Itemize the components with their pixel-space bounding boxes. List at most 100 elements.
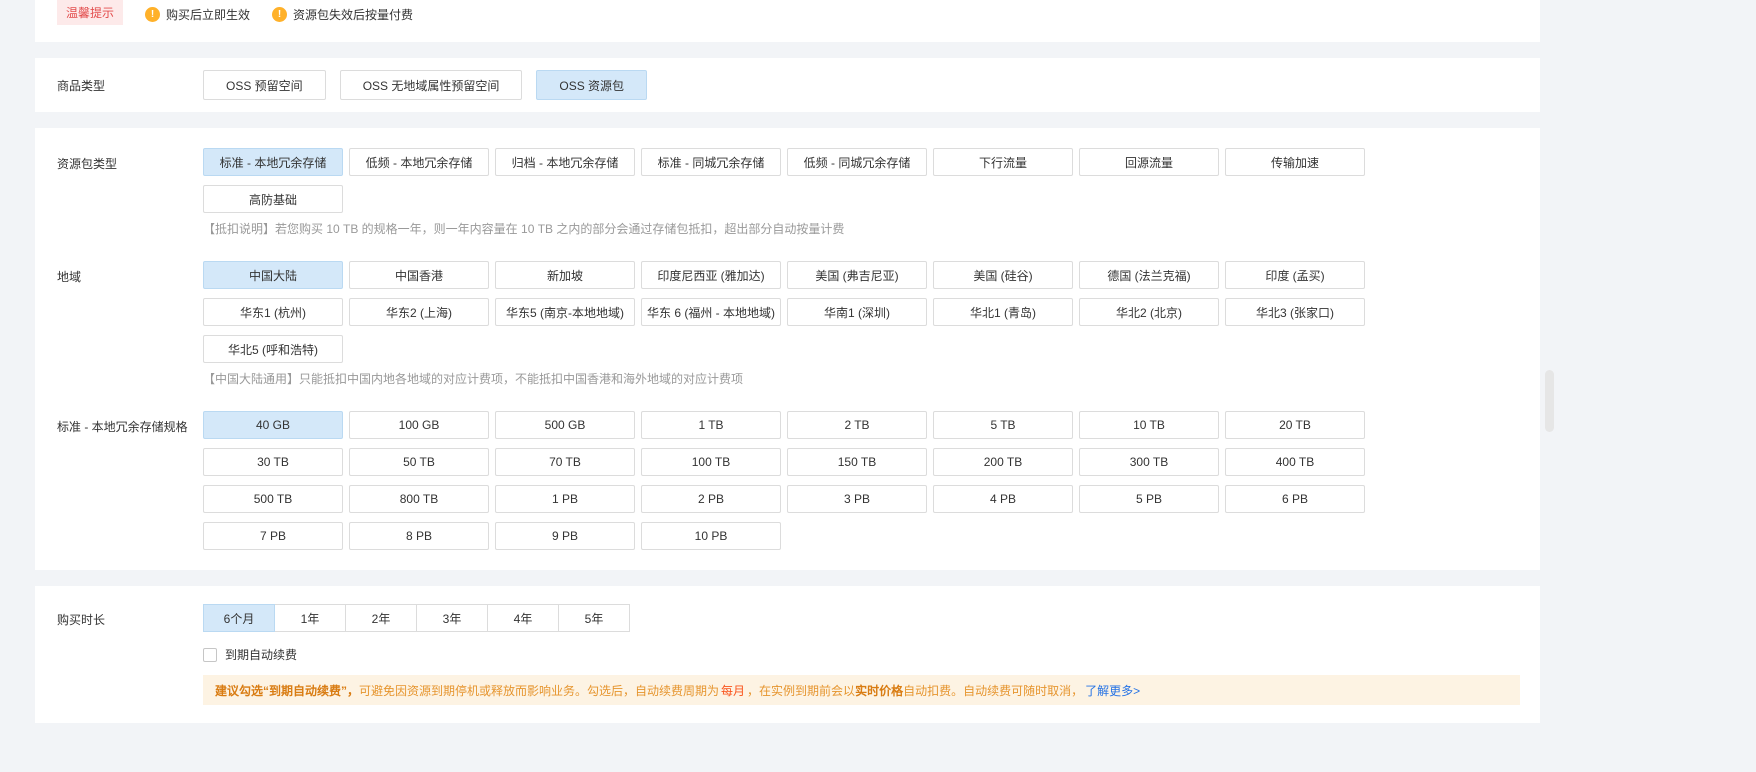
spec-option[interactable]: 3 PB [787, 485, 927, 513]
region-option[interactable]: 华东1 (杭州) [203, 298, 343, 326]
spec-option[interactable]: 100 TB [641, 448, 781, 476]
region-option[interactable]: 新加坡 [495, 261, 635, 289]
product-type-options: OSS 预留空间 OSS 无地域属性预留空间 OSS 资源包 [203, 70, 648, 100]
buy-page-content: 温馨提示 ! 购买后立即生效 ! 资源包失效后按量付费 商品类型 OSS 预留空… [35, 0, 1540, 723]
tips-card: 温馨提示 ! 购买后立即生效 ! 资源包失效后按量付费 [35, 0, 1540, 42]
duration-option[interactable]: 4年 [487, 604, 559, 632]
region-option[interactable]: 华东5 (南京-本地地域) [495, 298, 635, 326]
product-type-option[interactable]: OSS 预留空间 [203, 70, 326, 100]
duration-option[interactable]: 6个月 [203, 604, 275, 632]
region-label: 地域 [57, 270, 82, 284]
notice-text: 建议勾选“到期自动续费”， [215, 683, 360, 698]
spec-content: 40 GB 100 GB 500 GB 1 TB 2 TB 5 TB 10 TB 20 TB 3… [203, 411, 1540, 550]
package-type-note: 【抵扣说明】若您购买 10 TB 的规格一年，则一年内容量在 10 TB 之内的… [203, 222, 845, 236]
notice-icon: ! [145, 7, 161, 22]
region-option[interactable]: 中国香港 [349, 261, 489, 289]
region-option[interactable]: 华北5 (呼和浩特) [203, 335, 343, 363]
package-type-option[interactable]: 归档 - 本地冗余存储 [495, 148, 635, 176]
spec-option[interactable]: 7 PB [203, 522, 343, 550]
product-type-option[interactable]: OSS 无地域属性预留空间 [339, 70, 523, 100]
package-type-option[interactable]: 低频 - 本地冗余存储 [349, 148, 489, 176]
region-option[interactable]: 印度尼西亚 (雅加达) [641, 261, 781, 289]
scrollbar-thumb[interactable] [1545, 370, 1554, 432]
spec-option[interactable]: 40 GB [203, 411, 343, 439]
package-type-content: 标准 - 本地冗余存储 低频 - 本地冗余存储 归档 - 本地冗余存储 标准 - 同城… [203, 148, 1540, 237]
package-config-card: 资源包类型 标准 - 本地冗余存储 低频 - 本地冗余存储 归档 - 本地冗余存储标… [35, 128, 1540, 570]
package-type-option[interactable]: 下行流量 [933, 148, 1073, 176]
spec-option[interactable]: 10 PB [641, 522, 781, 550]
region-option[interactable]: 美国 (弗吉尼亚) [787, 261, 927, 289]
renew-notice: 建议勾选“到期自动续费”， 可避免因资源到期停机或释放而影响业务。勾选后，自动续… [203, 675, 1520, 705]
learn-more-link[interactable]: 了解更多> [1085, 682, 1140, 699]
auto-renew-checkbox[interactable] [203, 647, 217, 662]
package-type-options: 标准 - 本地冗余存储 低频 - 本地冗余存储 归档 - 本地冗余存储 标准 - 同城… [203, 148, 1540, 213]
duration-option[interactable]: 2年 [345, 604, 417, 632]
duration-options: 6个月 1年 2年 3年 4年 5年 [203, 604, 630, 632]
package-type-option[interactable]: 标准 - 同城冗余存储 [641, 148, 781, 176]
spec-option[interactable]: 50 TB [349, 448, 489, 476]
region-option[interactable]: 中国大陆 [203, 261, 343, 289]
tip-text: 购买后立即生效 [166, 8, 251, 22]
tip-item: ! 资源包失效后按量付费 [272, 6, 413, 23]
region-option[interactable]: 华北3 (张家口) [1225, 298, 1365, 326]
notice-text: 可避免因资源到期停机或释放而影响业务。勾选后，自动续费周期为 [359, 683, 720, 698]
spec-option[interactable]: 10 TB [1079, 411, 1219, 439]
region-content: 中国大陆 中国香港 新加坡 印度尼西亚 (雅加达) 美国 (弗吉尼亚) 美国 (硅谷) 德国… [203, 261, 1540, 387]
package-type-option[interactable]: 回源流量 [1079, 148, 1219, 176]
spec-option[interactable]: 1 PB [495, 485, 635, 513]
spec-option[interactable]: 6 PB [1225, 485, 1365, 513]
auto-renew-row: 到期自动续费 [203, 646, 1520, 663]
package-type-option[interactable]: 传输加速 [1225, 148, 1365, 176]
spec-option[interactable]: 4 PB [933, 485, 1073, 513]
region-option[interactable]: 华东2 (上海) [349, 298, 489, 326]
spec-option[interactable]: 20 TB [1225, 411, 1365, 439]
purchase-duration-card: 购买时长 6个月 1年 2年 3年 4年 5年 到期自动续费 建议勾选“到期自动续费”， … [35, 586, 1540, 723]
spec-option[interactable]: 70 TB [495, 448, 635, 476]
region-option[interactable]: 华北2 (北京) [1079, 298, 1219, 326]
spec-option[interactable]: 5 TB [933, 411, 1073, 439]
duration-option[interactable]: 5年 [558, 604, 630, 632]
region-option[interactable]: 美国 (硅谷) [933, 261, 1073, 289]
spec-option[interactable]: 30 TB [203, 448, 343, 476]
spec-option[interactable]: 5 PB [1079, 485, 1219, 513]
duration-label: 购买时长 [57, 613, 106, 627]
spec-options: 40 GB 100 GB 500 GB 1 TB 2 TB 5 TB 10 TB 20 TB 3… [203, 411, 1540, 550]
product-type-card: 商品类型 OSS 预留空间 OSS 无地域属性预留空间 OSS 资源包 [35, 58, 1540, 112]
region-option[interactable]: 华南1 (深圳) [787, 298, 927, 326]
spec-option[interactable]: 400 TB [1225, 448, 1365, 476]
region-option[interactable]: 德国 (法兰克福) [1079, 261, 1219, 289]
notice-icon: ! [272, 7, 288, 22]
region-row: 地域 中国大陆 中国香港 新加坡 印度尼西亚 (雅加达) 美国 (弗吉尼亚) 美国 (硅谷… [57, 261, 1540, 387]
duration-row: 购买时长 6个月 1年 2年 3年 4年 5年 [57, 604, 1520, 632]
spec-option[interactable]: 2 TB [787, 411, 927, 439]
spec-option[interactable]: 1 TB [641, 411, 781, 439]
duration-option[interactable]: 1年 [274, 604, 346, 632]
region-option[interactable]: 华东 6 (福州 - 本地地域) [641, 298, 781, 326]
spec-option[interactable]: 500 TB [203, 485, 343, 513]
product-type-option[interactable]: OSS 资源包 [536, 70, 648, 100]
notice-text: ，在实例到期前会以 [747, 683, 856, 698]
region-option[interactable]: 印度 (孟买) [1225, 261, 1365, 289]
spec-option[interactable]: 8 PB [349, 522, 489, 550]
tips-badge: 温馨提示 [57, 0, 124, 25]
spec-option[interactable]: 500 GB [495, 411, 635, 439]
region-note: 【中国大陆通用】只能抵扣中国内地各地域的对应计费项，不能抵扣中国香港和海外地域的… [203, 372, 744, 386]
spec-option[interactable]: 9 PB [495, 522, 635, 550]
notice-text: 实时价格 [855, 683, 904, 698]
region-option[interactable]: 华北1 (青岛) [933, 298, 1073, 326]
spec-option[interactable]: 200 TB [933, 448, 1073, 476]
product-type-label: 商品类型 [57, 78, 106, 93]
notice-text: 自动扣费。自动续费可随时取消， [903, 683, 1084, 698]
spec-option[interactable]: 800 TB [349, 485, 489, 513]
spec-option[interactable]: 2 PB [641, 485, 781, 513]
spec-option[interactable]: 150 TB [787, 448, 927, 476]
duration-option[interactable]: 3年 [416, 604, 488, 632]
package-type-label: 资源包类型 [57, 157, 118, 171]
notice-text: 每月 [721, 683, 746, 698]
spec-option[interactable]: 300 TB [1079, 448, 1219, 476]
package-type-option[interactable]: 标准 - 本地冗余存储 [203, 148, 343, 176]
package-type-option[interactable]: 高防基础 [203, 185, 343, 213]
package-type-option[interactable]: 低频 - 同城冗余存储 [787, 148, 927, 176]
tip-item: ! 购买后立即生效 [145, 6, 250, 23]
spec-option[interactable]: 100 GB [349, 411, 489, 439]
